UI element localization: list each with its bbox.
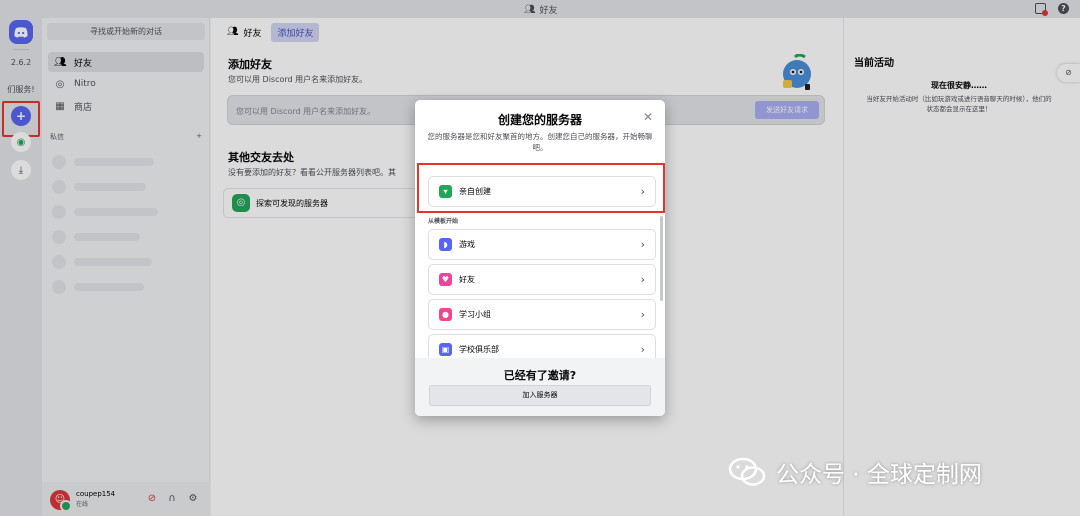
- template-gaming-button[interactable]: ◗ 游戏 ›: [428, 229, 656, 260]
- create-server-modal: ✕ 创建您的服务器 您的服务器是您和好友聚首的地方。创建您自己的服务器，开始畅聊…: [415, 100, 665, 416]
- chevron-right-icon: ›: [640, 185, 645, 198]
- chevron-right-icon: ›: [640, 308, 645, 321]
- modal-title: 创建您的服务器: [497, 113, 582, 127]
- chevron-right-icon: ›: [640, 343, 645, 356]
- chevron-right-icon: ›: [640, 273, 645, 286]
- gamepad-icon: ◗: [439, 238, 452, 251]
- watermark: 公众号 · 全球定制网: [728, 455, 982, 489]
- wechat-logo-icon: [728, 457, 766, 486]
- modal-footer: 已经有了邀请? 加入服务器: [415, 358, 665, 416]
- template-study-group-button[interactable]: ● 学习小组 ›: [428, 299, 656, 330]
- join-server-button[interactable]: 加入服务器: [429, 385, 651, 406]
- chevron-right-icon: ›: [640, 238, 645, 251]
- apple-icon: ●: [439, 308, 452, 321]
- heart-icon: ♥: [439, 273, 452, 286]
- create-own-icon: ▾: [439, 185, 452, 198]
- create-own-button[interactable]: ▾ 亲自创建 ›: [428, 176, 656, 207]
- template-school-club-button[interactable]: ▣ 学校俱乐部 ›: [428, 334, 656, 358]
- modal-subtitle: 您的服务器是您和好友聚首的地方。创建您自己的服务器，开始畅聊吧。: [427, 132, 653, 152]
- template-list: ◗ 游戏 › ♥ 好友 › ● 学习小组 › ▣ 学校俱乐部 ›: [415, 224, 665, 358]
- have-invite-title: 已经有了邀请?: [503, 369, 577, 382]
- template-friends-button[interactable]: ♥ 好友 ›: [428, 264, 656, 295]
- watermark-text: 公众号 · 全球定制网: [776, 462, 982, 488]
- school-icon: ▣: [439, 343, 452, 356]
